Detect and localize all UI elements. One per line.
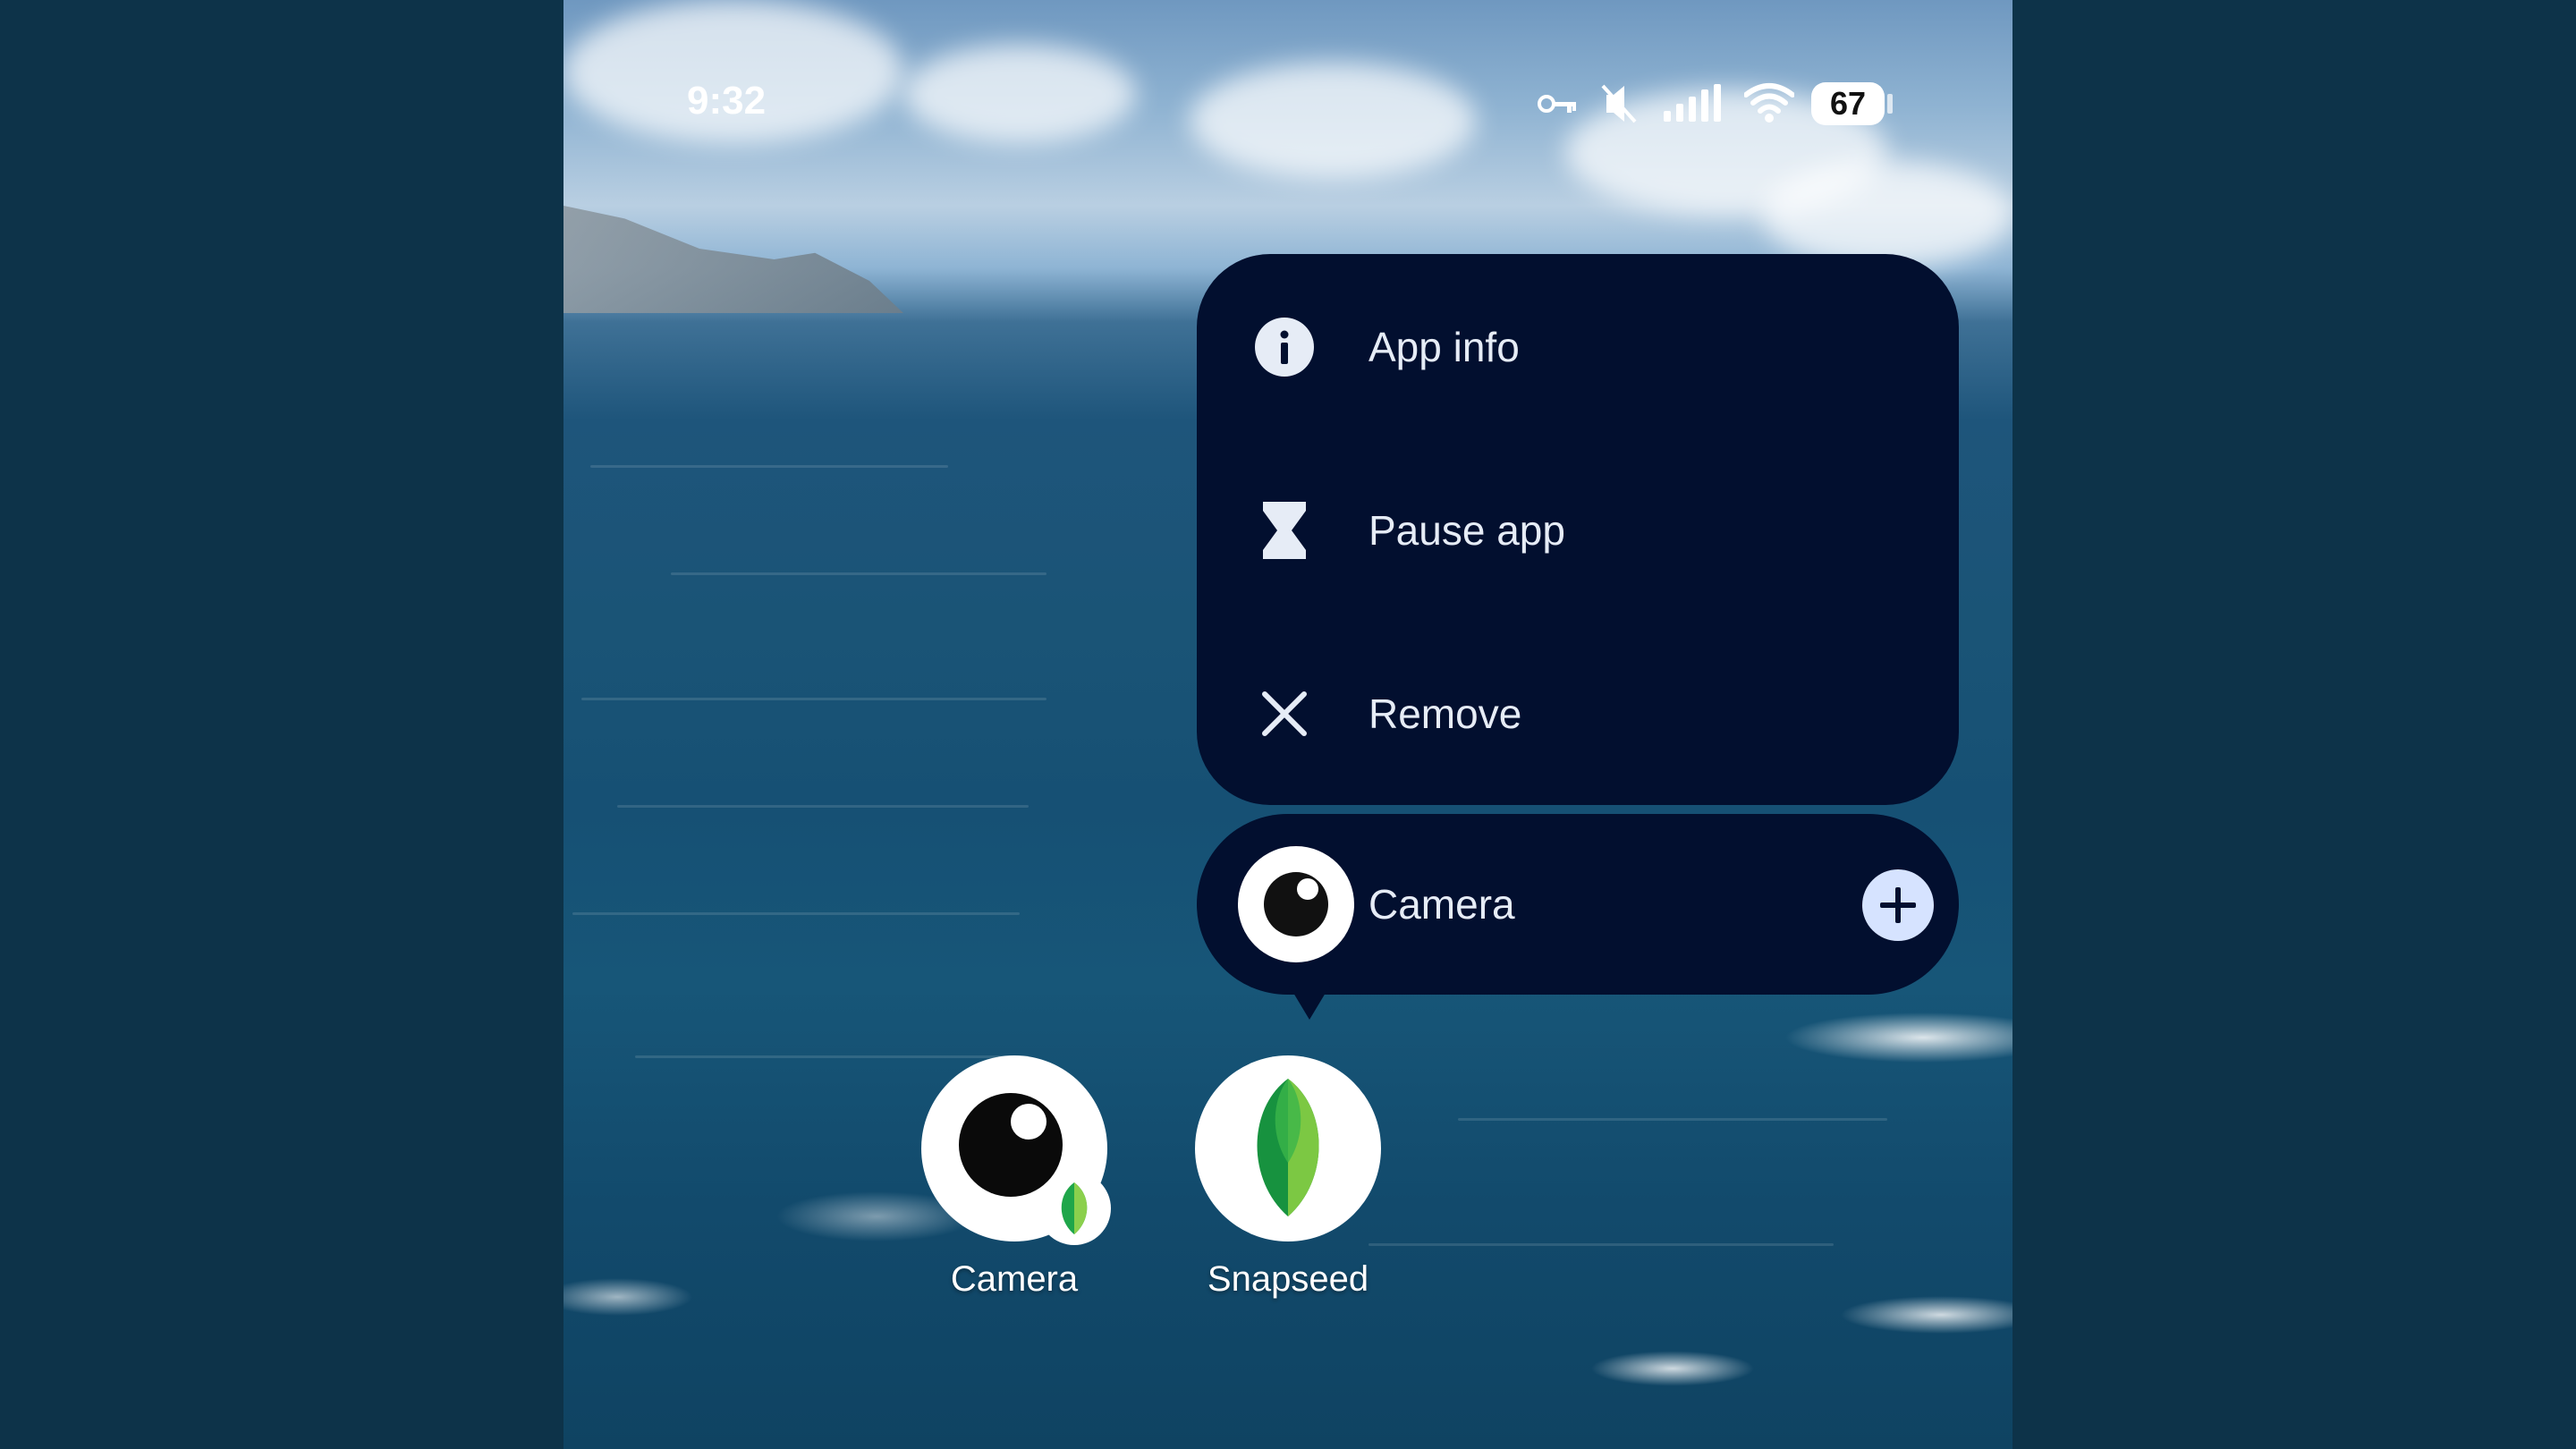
home-screen: 9:32 67 App info Pause app Remove Camera…: [564, 0, 2012, 1449]
wifi-icon: [1744, 83, 1794, 123]
close-icon: [1262, 691, 1307, 736]
menu-item-remove[interactable]: Remove: [1197, 630, 1959, 800]
signal-icon: [1664, 84, 1721, 122]
wallpaper-cloud: [1762, 161, 2012, 268]
mute-icon: [1601, 84, 1637, 123]
hourglass-icon: [1263, 502, 1306, 559]
add-widget-button[interactable]: [1862, 869, 1934, 941]
snapseed-leaf-icon: [1038, 1172, 1111, 1245]
snapseed-leaf-icon: [1257, 1079, 1319, 1216]
battery-level: 67: [1829, 85, 1867, 122]
wallpaper-wave: [1458, 1118, 1887, 1121]
camera-app-icon: [1238, 846, 1354, 962]
vpn-key-icon: [1538, 95, 1576, 113]
battery-tip: [1887, 94, 1893, 114]
camera-app-icon[interactable]: [921, 1055, 1111, 1245]
menu-item-label: App info: [1368, 324, 1520, 370]
shortcut-label: Camera: [1368, 881, 1515, 928]
menu-item-label: Pause app: [1368, 507, 1565, 554]
wallpaper-wave: [617, 805, 1029, 808]
plus-icon: [1880, 887, 1916, 923]
app-label-snapseed: Snapseed: [1207, 1259, 1369, 1299]
menu-pointer: [1288, 984, 1331, 1020]
battery-icon: 67: [1811, 82, 1885, 125]
app-context-menu: App info Pause app Remove: [1197, 254, 1959, 805]
menu-item-pause-app[interactable]: Pause app: [1197, 446, 1959, 616]
app-label-camera: Camera: [950, 1259, 1079, 1299]
status-time: 9:32: [687, 79, 767, 123]
wallpaper-wave: [572, 912, 1020, 915]
snapseed-app-icon[interactable]: [1195, 1055, 1381, 1241]
wallpaper-wave: [1368, 1243, 1834, 1246]
wallpaper-cloud: [903, 45, 1136, 143]
wallpaper-coastline: [564, 206, 903, 313]
wallpaper-wave: [671, 572, 1046, 575]
wallpaper-wave: [581, 698, 1046, 700]
menu-item-app-info[interactable]: App info: [1197, 263, 1959, 433]
menu-item-label: Remove: [1368, 691, 1522, 737]
wallpaper-cloud: [1190, 63, 1476, 179]
wallpaper-wave: [590, 465, 948, 468]
info-icon: [1255, 318, 1314, 377]
camera-widget-shortcut[interactable]: Camera: [1197, 814, 1959, 995]
